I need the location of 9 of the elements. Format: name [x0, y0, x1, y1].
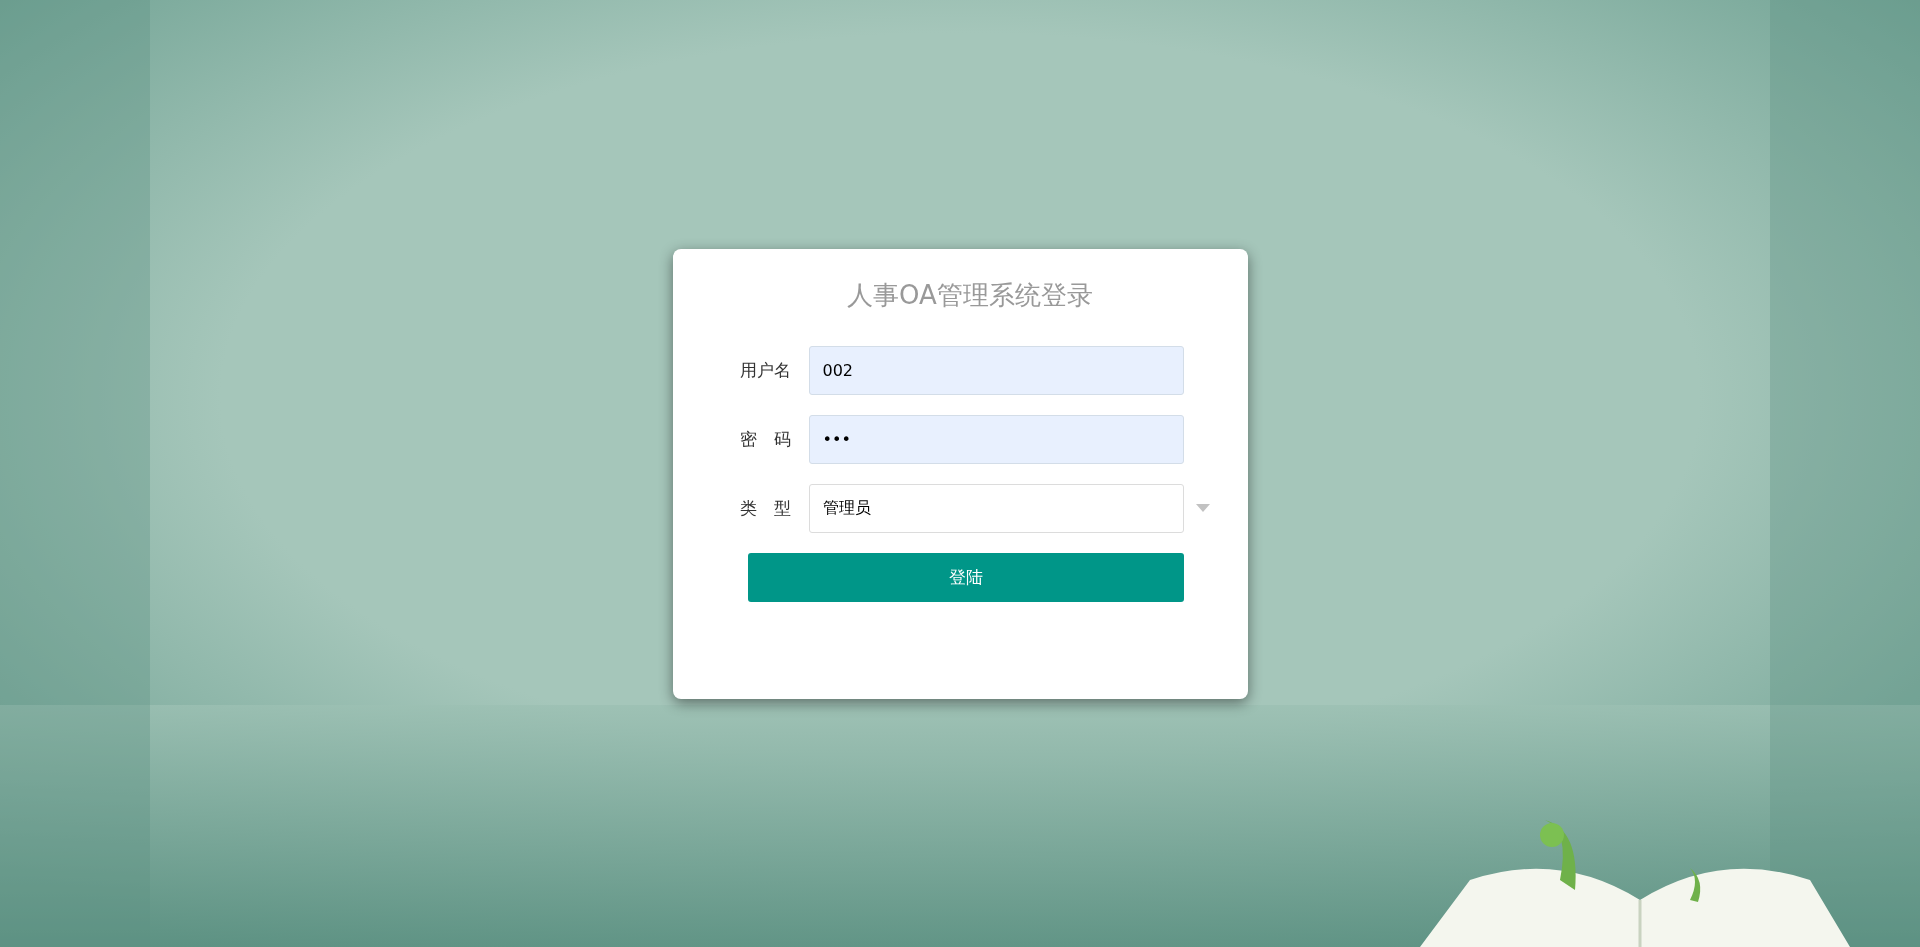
- input-field[interactable]: 002: [808, 345, 1184, 395]
- field-label: 类 型: [738, 496, 791, 520]
- login-title: 人事OA管理系统登录: [847, 278, 1093, 312]
- type-select[interactable]: 管理员: [808, 483, 1184, 533]
- input-field[interactable]: •••: [808, 414, 1184, 464]
- field-label: 密 码: [738, 427, 791, 451]
- field-label: 用户名: [738, 358, 791, 382]
- caret-icon[interactable]: [1195, 504, 1210, 512]
- login-button[interactable]: 登陆: [747, 552, 1184, 602]
